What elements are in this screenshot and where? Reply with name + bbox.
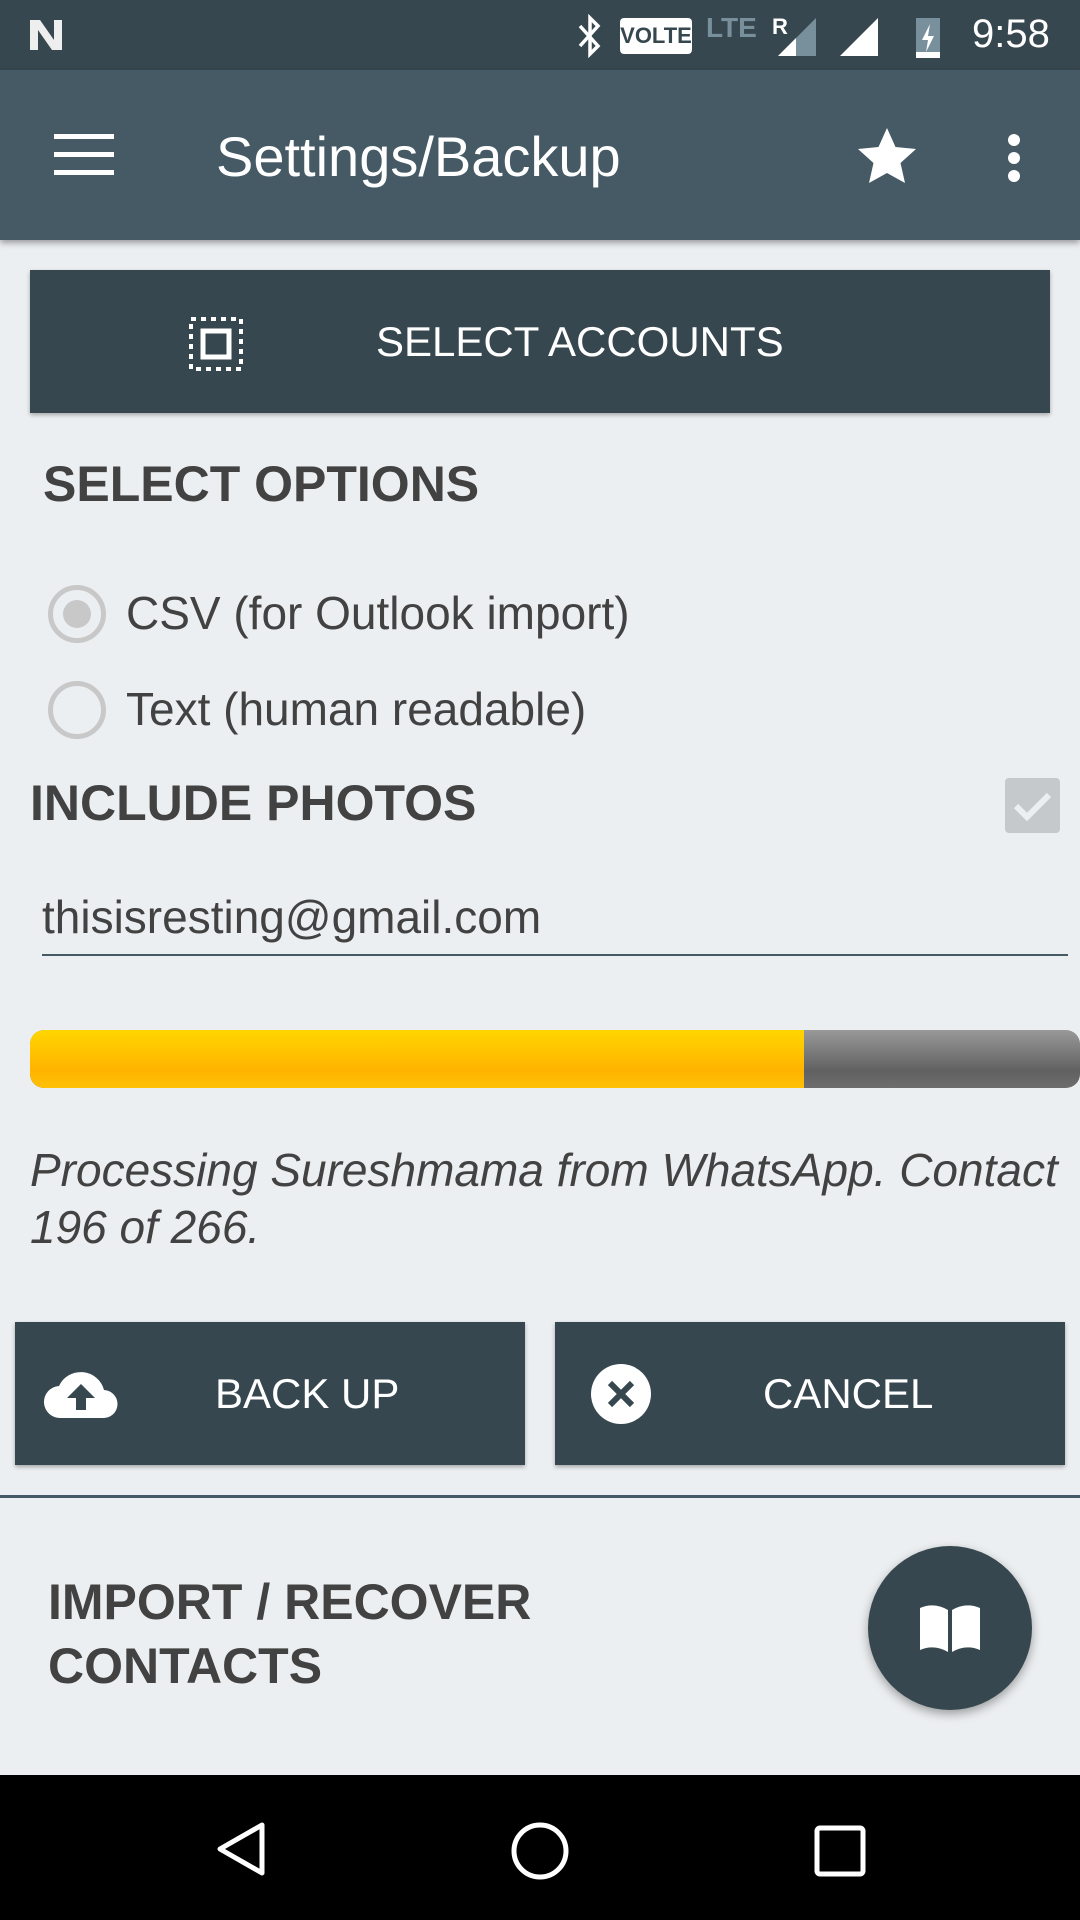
lte-indicator: LTE bbox=[706, 12, 757, 43]
menu-icon[interactable] bbox=[54, 134, 114, 176]
signal-icon-2 bbox=[840, 18, 878, 56]
backup-label: BACK UP bbox=[215, 1370, 400, 1417]
radio-text-label: Text (human readable) bbox=[126, 683, 587, 735]
email-value: thisisresting@gmail.com bbox=[42, 891, 542, 943]
import-heading: IMPORT / RECOVER CONTACTS bbox=[48, 1570, 531, 1698]
include-photos-label: INCLUDE PHOTOS bbox=[30, 775, 477, 831]
notification-n-icon bbox=[30, 20, 62, 50]
import-heading-line1: IMPORT / RECOVER bbox=[48, 1574, 532, 1630]
app-bar: Settings/Backup bbox=[0, 70, 1080, 240]
battery-charging-icon bbox=[916, 18, 940, 58]
progress-fill bbox=[30, 1030, 804, 1088]
cancel-button[interactable]: CANCEL bbox=[555, 1322, 1065, 1465]
clock: 9:58 bbox=[972, 12, 1050, 56]
import-heading-line2: CONTACTS bbox=[48, 1638, 323, 1694]
cancel-icon bbox=[591, 1364, 651, 1424]
recents-icon[interactable] bbox=[814, 1825, 866, 1877]
back-icon[interactable] bbox=[214, 1821, 268, 1877]
backup-button[interactable]: BACK UP bbox=[15, 1322, 525, 1465]
help-fab[interactable] bbox=[868, 1546, 1032, 1710]
radio-csv-label: CSV (for Outlook import) bbox=[126, 587, 630, 639]
email-input[interactable]: thisisresting@gmail.com bbox=[42, 890, 1068, 956]
cancel-label: CANCEL bbox=[763, 1370, 934, 1417]
star-icon[interactable] bbox=[856, 126, 918, 186]
progress-bar bbox=[30, 1030, 1080, 1088]
radio-text[interactable]: Text (human readable) bbox=[48, 681, 688, 741]
cloud-upload-icon bbox=[43, 1372, 118, 1419]
volte-badge: VOLTE bbox=[620, 18, 692, 54]
radio-csv[interactable]: CSV (for Outlook import) bbox=[48, 585, 688, 645]
select-accounts-label: SELECT ACCOUNTS bbox=[376, 318, 784, 365]
radio-button-selected[interactable] bbox=[48, 585, 106, 643]
divider bbox=[0, 1495, 1080, 1498]
radio-button-unselected[interactable] bbox=[48, 681, 106, 739]
select-options-heading: SELECT OPTIONS bbox=[43, 456, 480, 512]
bluetooth-icon bbox=[578, 14, 601, 58]
select-accounts-button[interactable]: SELECT ACCOUNTS bbox=[30, 270, 1050, 413]
signal-icon-1 bbox=[778, 18, 816, 56]
select-all-icon bbox=[189, 317, 243, 371]
include-photos-checkbox[interactable] bbox=[1005, 778, 1060, 833]
more-options-icon[interactable] bbox=[1002, 132, 1026, 184]
home-icon[interactable] bbox=[510, 1821, 570, 1881]
status-message: Processing Sureshmama from WhatsApp. Con… bbox=[30, 1144, 1058, 1253]
page-title: Settings/Backup bbox=[216, 125, 621, 188]
checkmark-icon bbox=[1013, 792, 1052, 822]
status-bar: VOLTE LTE R 9:58 bbox=[0, 0, 1080, 70]
navigation-bar bbox=[0, 1775, 1080, 1920]
book-icon bbox=[920, 1605, 980, 1652]
